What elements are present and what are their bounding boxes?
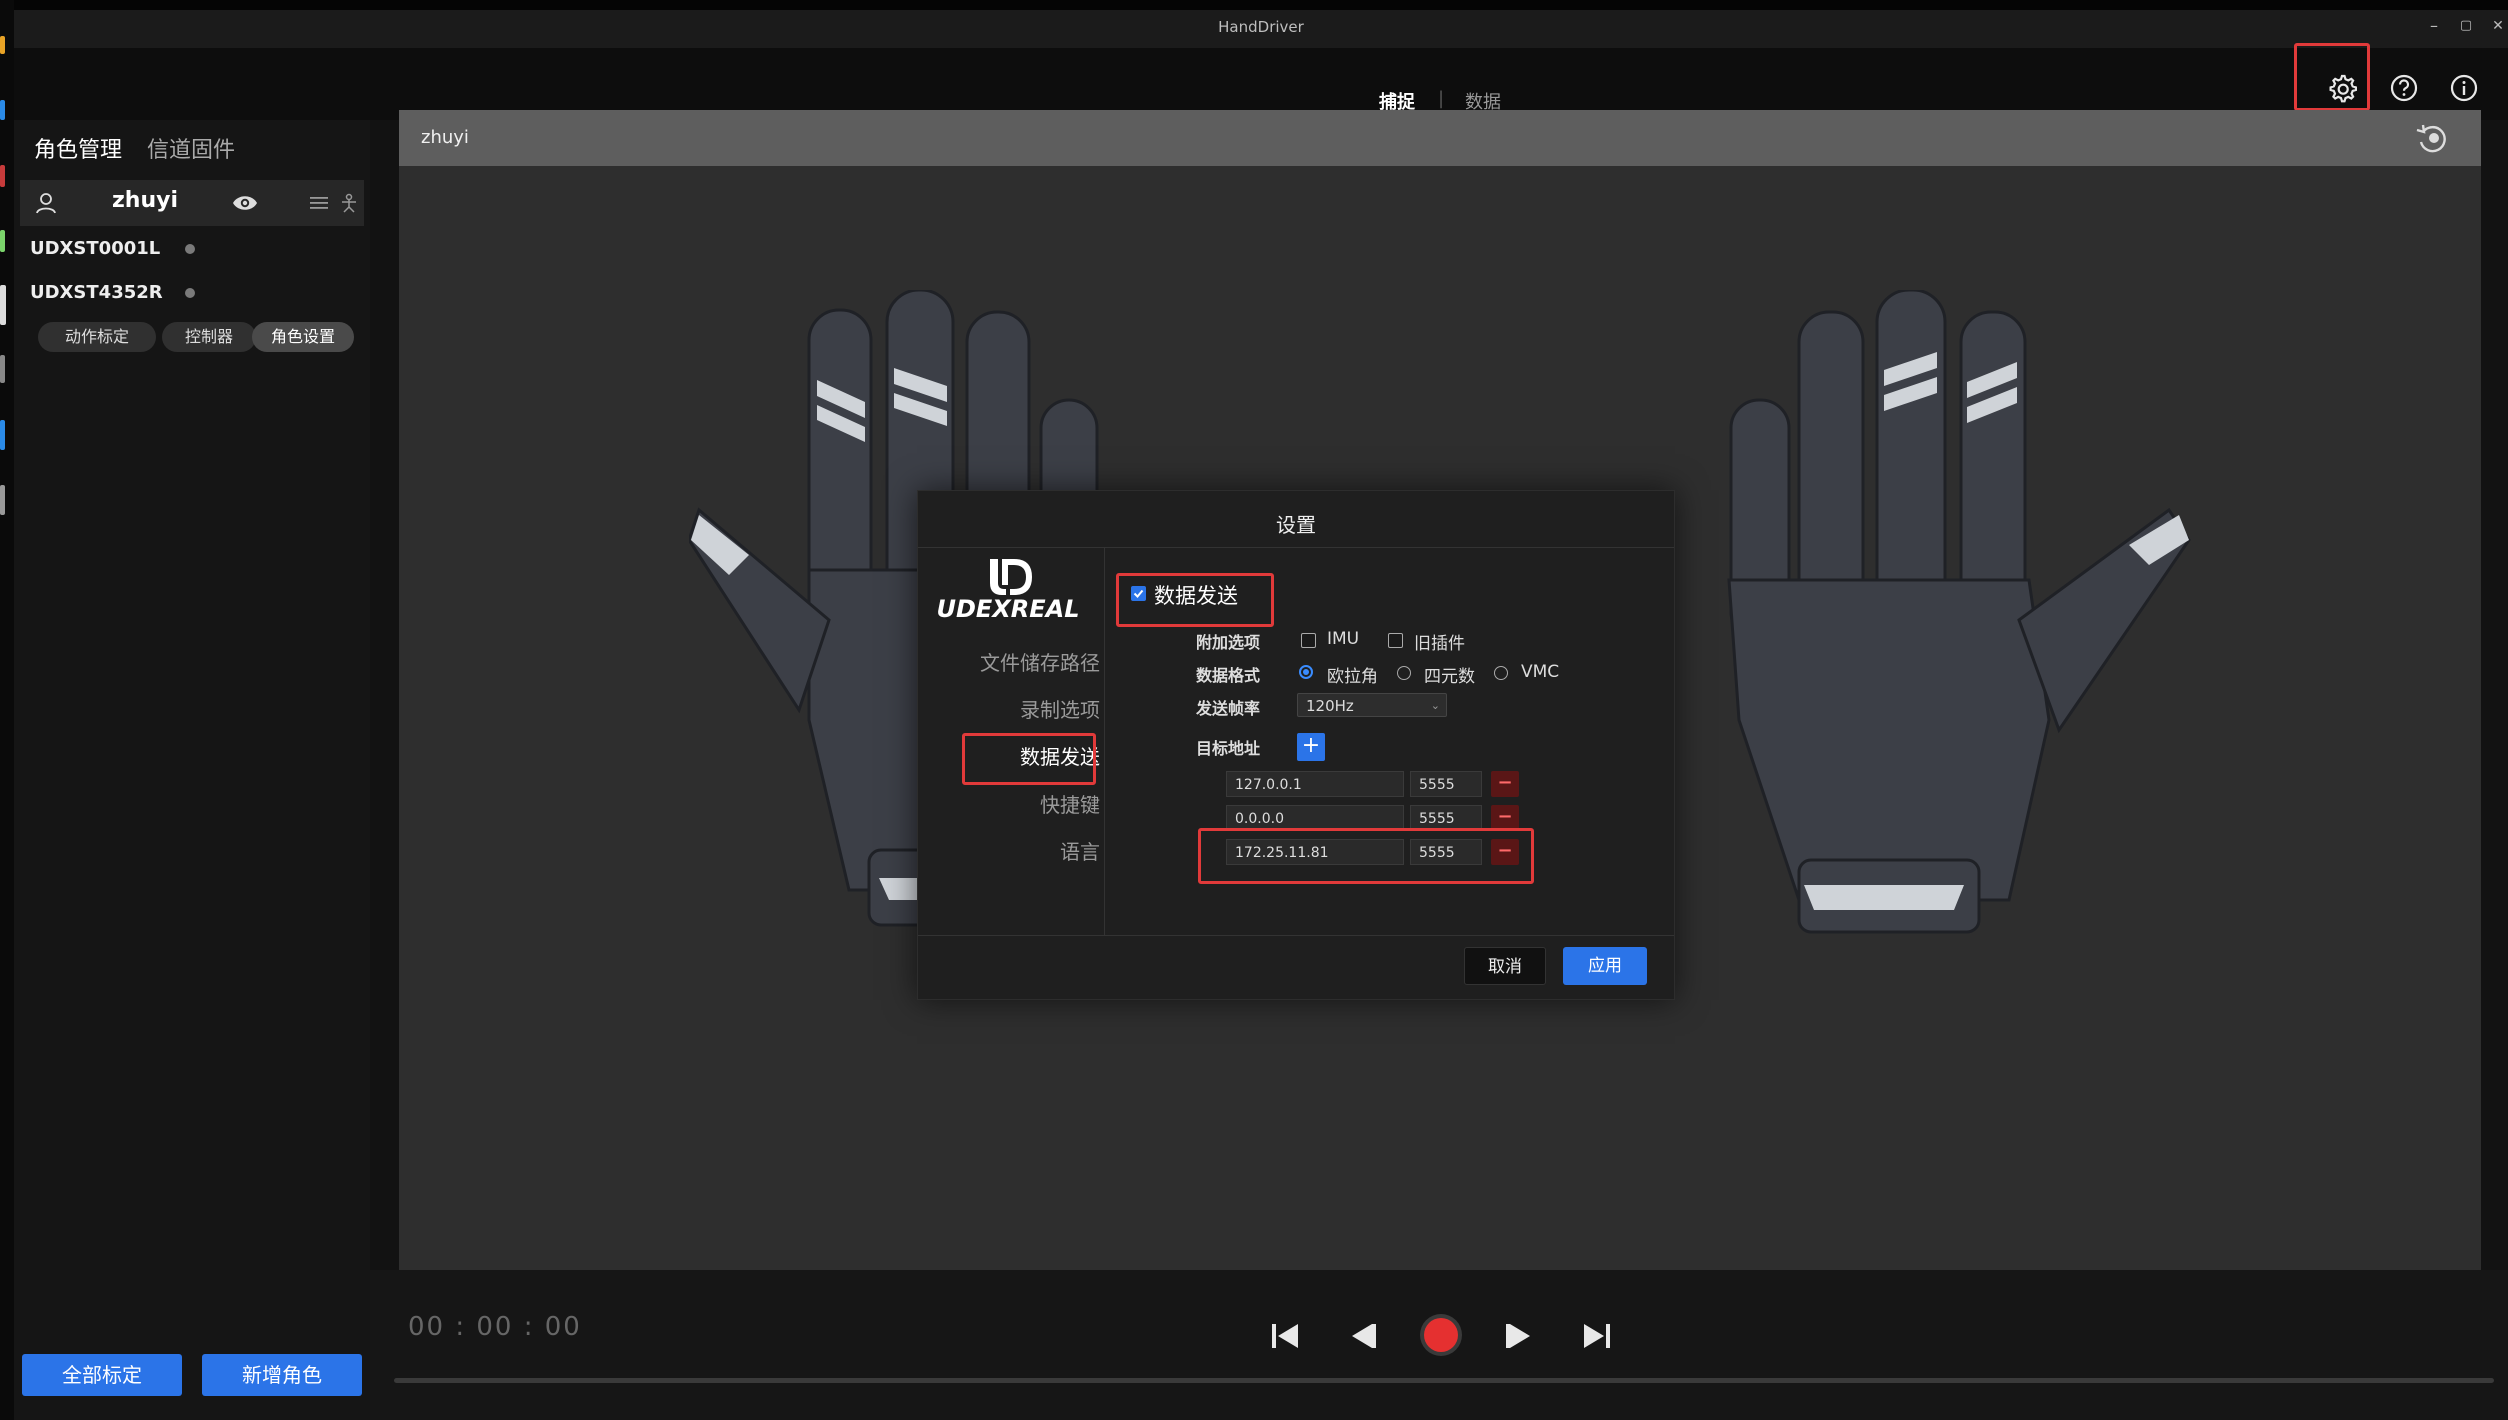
viewport-character-name: zhuyi	[421, 127, 469, 148]
device-item[interactable]: UDXST4352R	[30, 282, 163, 303]
imu-checkbox[interactable]	[1301, 633, 1316, 648]
apply-button[interactable]: 应用	[1563, 947, 1647, 985]
dock-indicator[interactable]	[0, 485, 5, 515]
dock-indicator[interactable]	[0, 100, 5, 120]
send-rate-select[interactable]: 120Hz ⌄	[1297, 693, 1447, 717]
add-target-button[interactable]: +	[1297, 733, 1325, 761]
target-address-input[interactable]: 127.0.0.1	[1226, 771, 1404, 797]
dock-indicator[interactable]	[0, 36, 5, 54]
eye-icon[interactable]	[232, 193, 258, 213]
nav-shortcuts[interactable]: 快捷键	[1040, 789, 1100, 818]
right-glove-model	[1727, 290, 2191, 934]
target-address-input[interactable]: 172.25.11.81	[1226, 839, 1404, 865]
add-character-button[interactable]: 新增角色	[202, 1354, 362, 1396]
nav-file-storage-path[interactable]: 文件储存路径	[980, 647, 1100, 676]
target-port-input[interactable]: 5555	[1410, 839, 1482, 865]
tab-channel-firmware[interactable]: 信道固件	[147, 132, 235, 164]
legacy-plugin-label: 旧插件	[1414, 634, 1465, 654]
dialog-title: 设置	[1276, 513, 1316, 537]
logo-text: UDEXREAL	[936, 595, 1080, 623]
timecode: 00 : 00 : 00	[408, 1312, 582, 1342]
dock-indicator[interactable]	[0, 230, 5, 252]
close-button[interactable]: ✕	[2486, 18, 2508, 34]
minimize-button[interactable]: –	[2422, 16, 2446, 35]
remove-target-button[interactable]: −	[1491, 771, 1519, 797]
data-send-label: 数据发送	[1154, 584, 1238, 608]
window-title: HandDriver	[1218, 18, 1304, 36]
nav-language[interactable]: 语言	[1060, 836, 1100, 865]
imu-label: IMU	[1327, 629, 1360, 649]
divider	[918, 935, 1674, 936]
remove-target-button[interactable]: −	[1491, 805, 1519, 831]
skip-to-start-icon[interactable]	[1268, 1318, 1304, 1354]
euler-radio[interactable]	[1299, 665, 1313, 679]
figure-icon[interactable]	[340, 193, 358, 213]
target-port-input[interactable]: 5555	[1410, 771, 1482, 797]
action-calibration-button[interactable]: 动作标定	[38, 322, 156, 352]
help-icon[interactable]	[2384, 68, 2424, 108]
title-bar: HandDriver – ▢ ✕	[14, 10, 2508, 48]
step-forward-icon[interactable]	[1502, 1318, 1538, 1354]
target-address-input[interactable]: 0.0.0.0	[1226, 805, 1404, 831]
left-panel: 角色管理 信道固件 zhuyi UDXST0001L UDXST4352R 动作…	[14, 120, 370, 1420]
target-address-label: 目标地址	[1196, 739, 1261, 758]
os-dock	[0, 0, 14, 1420]
nav-recording-options[interactable]: 录制选项	[1020, 694, 1100, 723]
gear-icon[interactable]	[2322, 68, 2362, 108]
data-send-checkbox[interactable]	[1131, 586, 1146, 601]
data-format-label: 数据格式	[1196, 666, 1261, 685]
target-port-input[interactable]: 5555	[1410, 805, 1482, 831]
tab-separator: |	[1438, 88, 1445, 109]
settings-dialog: 设置 UDEXREAL 文件储存路径 录制选项 数据发送 快捷键 语言 数据发送…	[917, 490, 1675, 1000]
divider	[1104, 548, 1105, 936]
vmc-label: VMC	[1521, 662, 1560, 682]
nav-data-send[interactable]: 数据发送	[1020, 741, 1100, 770]
tab-character-management[interactable]: 角色管理	[34, 132, 122, 164]
divider	[918, 547, 1674, 548]
quaternion-label: 四元数	[1424, 667, 1475, 687]
maximize-button[interactable]: ▢	[2454, 18, 2478, 33]
quaternion-radio[interactable]	[1397, 666, 1411, 680]
extra-options-label: 附加选项	[1196, 633, 1261, 652]
udexreal-logo-icon	[990, 559, 1032, 595]
playback-bar: 00 : 00 : 00	[370, 1270, 2508, 1420]
user-icon	[36, 193, 56, 214]
controller-button[interactable]: 控制器	[162, 322, 256, 352]
vmc-radio[interactable]	[1494, 666, 1508, 680]
device-item[interactable]: UDXST0001L	[30, 238, 160, 259]
send-rate-value: 120Hz	[1306, 697, 1354, 715]
dock-indicator[interactable]	[0, 165, 5, 187]
legacy-plugin-checkbox[interactable]	[1388, 633, 1403, 648]
send-rate-label: 发送帧率	[1196, 699, 1261, 718]
dock-indicator[interactable]	[0, 285, 6, 325]
dock-indicator[interactable]	[0, 355, 5, 383]
app-window: HandDriver – ▢ ✕ 捕捉 | 数据 角色管理 信道固件 zhuyi…	[14, 10, 2508, 1420]
character-name: zhuyi	[112, 188, 179, 213]
os-top-bar	[0, 0, 2508, 10]
viewport-header: zhuyi	[399, 110, 2481, 166]
dock-indicator[interactable]	[0, 420, 5, 450]
record-button[interactable]	[1418, 1312, 1464, 1358]
euler-label: 欧拉角	[1327, 667, 1378, 687]
cancel-button[interactable]: 取消	[1464, 947, 1546, 985]
skip-to-end-icon[interactable]	[1578, 1318, 1614, 1354]
timeline-progress[interactable]	[394, 1378, 2494, 1383]
calibrate-all-button[interactable]: 全部标定	[22, 1354, 182, 1396]
remove-target-button[interactable]: −	[1491, 839, 1519, 865]
character-settings-button[interactable]: 角色设置	[252, 322, 354, 352]
list-icon[interactable]	[310, 195, 328, 211]
info-icon[interactable]	[2444, 68, 2484, 108]
device-status-dot	[185, 244, 195, 254]
step-back-icon[interactable]	[1344, 1318, 1380, 1354]
character-row[interactable]: zhuyi	[20, 180, 364, 226]
device-status-dot	[185, 288, 195, 298]
reset-view-icon[interactable]	[2415, 122, 2451, 154]
chevron-down-icon: ⌄	[1430, 699, 1440, 712]
